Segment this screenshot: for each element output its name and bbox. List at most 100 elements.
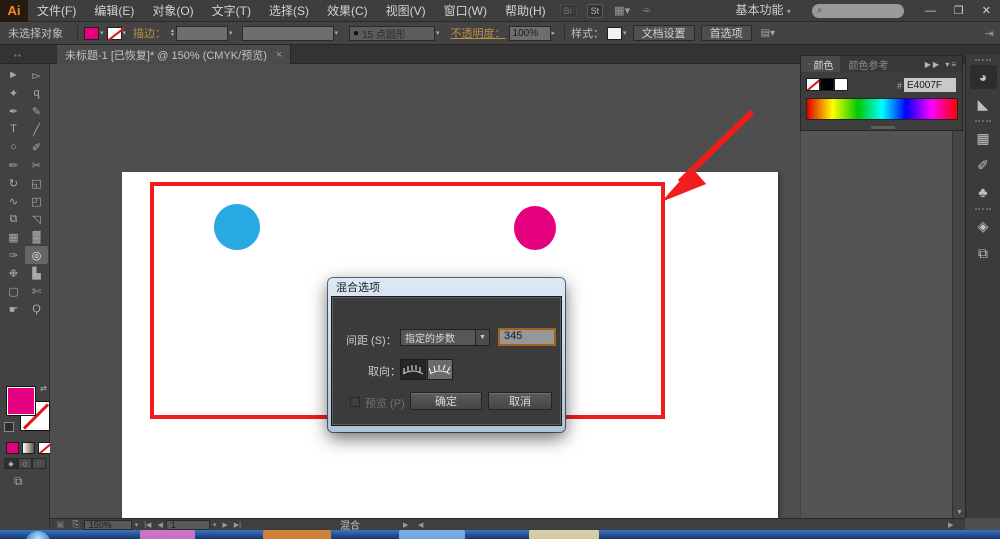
gradient-tool[interactable]: ▓: [25, 228, 48, 246]
chevron-down-icon[interactable]: ▾: [229, 29, 233, 37]
menu-item[interactable]: 对象(O): [143, 0, 202, 22]
menu-item[interactable]: 帮助(H): [496, 0, 555, 22]
artboard-tool[interactable]: ▢: [2, 282, 25, 300]
scroll-left-icon[interactable]: ◀: [418, 521, 423, 529]
type-tool[interactable]: T: [2, 120, 25, 138]
cancel-button[interactable]: 取消: [488, 392, 552, 410]
slice-tool[interactable]: ✄: [25, 282, 48, 300]
lasso-tool[interactable]: ɋ: [25, 84, 48, 102]
taskbar-app-orange[interactable]: [263, 530, 331, 539]
paintbrush-tool[interactable]: ✐: [25, 138, 48, 156]
chevron-down-icon[interactable]: ▾: [335, 29, 339, 37]
menu-item[interactable]: 效果(C): [318, 0, 377, 22]
minimize-button[interactable]: —: [916, 5, 945, 17]
dock-handle[interactable]: [975, 208, 991, 211]
menu-item[interactable]: 编辑(E): [85, 0, 143, 22]
chevron-down-icon[interactable]: ▾: [100, 29, 104, 37]
scroll-right-icon[interactable]: ▶: [948, 521, 953, 529]
last-artboard-icon[interactable]: ▶|: [234, 521, 241, 529]
fill-color-swatch[interactable]: [84, 27, 99, 40]
width-tool[interactable]: ∿: [2, 192, 25, 210]
eyedropper-tool[interactable]: ✑: [2, 246, 25, 264]
start-button[interactable]: [25, 531, 51, 539]
color-spectrum-bar[interactable]: [806, 98, 958, 120]
zoom-tool[interactable]: Ϙ: [25, 300, 48, 318]
ok-button[interactable]: 确定: [410, 392, 482, 410]
scroll-down-icon[interactable]: ▼: [953, 509, 966, 516]
document-tab[interactable]: 未标题-1 [已恢复]* @ 150% (CMYK/预览) ×: [57, 45, 291, 64]
color-panel-icon[interactable]: ◕: [970, 65, 997, 89]
symbol-sprayer-tool[interactable]: ❉: [2, 264, 25, 282]
tab-color-guide[interactable]: 颜色参考: [840, 57, 896, 72]
none-swatch[interactable]: [806, 78, 820, 91]
swatches-panel-icon[interactable]: ▦: [970, 126, 997, 150]
color-mode-button[interactable]: [6, 442, 19, 454]
swap-fill-stroke-icon[interactable]: ⇄: [40, 384, 47, 393]
blue-circle-shape[interactable]: [214, 204, 260, 250]
menu-item[interactable]: 选择(S): [260, 0, 318, 22]
selection-tool[interactable]: ►: [2, 66, 25, 84]
variable-width-profile-select[interactable]: [242, 26, 334, 41]
restore-button[interactable]: ❐: [945, 4, 973, 17]
next-artboard-icon[interactable]: ▶: [222, 521, 227, 529]
artboard-number-input[interactable]: 1: [166, 520, 210, 530]
hex-value-input[interactable]: E4007F: [904, 78, 956, 92]
chevron-right-icon[interactable]: ▸: [552, 29, 556, 37]
chevron-down-icon[interactable]: ▾: [135, 521, 139, 529]
draw-behind-button[interactable]: ◇: [18, 458, 32, 469]
gradient-mode-button[interactable]: [22, 442, 35, 454]
draw-normal-button[interactable]: ◆: [4, 458, 18, 469]
expand-panel-icon[interactable]: ▶▶: [925, 60, 941, 69]
menu-item[interactable]: 文字(T): [203, 0, 260, 22]
tab-color[interactable]: ◦ 颜色: [801, 56, 840, 72]
symbols-panel-icon[interactable]: ♣: [970, 180, 997, 204]
align-icon[interactable]: ▤▾: [761, 28, 775, 39]
spacing-select[interactable]: 指定的步数 ▼: [400, 329, 490, 346]
brushes-panel-icon[interactable]: ✐: [970, 153, 997, 177]
hand-tool[interactable]: ☛: [2, 300, 25, 318]
share-icon[interactable]: ⎘: [73, 519, 80, 530]
mesh-tool[interactable]: ▦: [2, 228, 25, 246]
dock-handle[interactable]: [975, 120, 991, 123]
search-input[interactable]: ⌕: [812, 4, 904, 18]
default-fill-stroke-icon[interactable]: [4, 422, 14, 432]
brush-definition-select[interactable]: ● 15 点圆形: [349, 26, 435, 41]
stroke-weight-stepper[interactable]: ▲▼: [170, 29, 175, 37]
vertical-scrollbar[interactable]: ▲ ▼: [952, 64, 965, 518]
draw-inside-button[interactable]: ◌: [32, 458, 46, 469]
white-swatch[interactable]: [834, 78, 848, 91]
menu-item[interactable]: 视图(V): [377, 0, 435, 22]
direct-selection-tool[interactable]: ▻: [25, 66, 48, 84]
magenta-circle-shape[interactable]: [514, 206, 556, 250]
zoom-level-select[interactable]: 150%: [84, 520, 132, 530]
opacity-link[interactable]: 不透明度：: [451, 25, 506, 41]
layers-panel-icon[interactable]: ◈: [970, 214, 997, 238]
ellipse-tool[interactable]: ○: [2, 138, 25, 156]
taskbar-app-blue[interactable]: [399, 530, 465, 539]
scissors-tool[interactable]: ✂: [25, 156, 48, 174]
fill-swatch[interactable]: [6, 386, 36, 416]
taskbar-app-pale[interactable]: [529, 530, 599, 539]
screen-mode-button[interactable]: ⧉: [14, 474, 23, 489]
menu-item[interactable]: 窗口(W): [435, 0, 496, 22]
menu-item[interactable]: 文件(F): [28, 0, 85, 22]
prev-artboard-icon[interactable]: ◀: [157, 521, 162, 529]
graph-tool[interactable]: ▙: [25, 264, 48, 282]
chevron-down-icon[interactable]: ▾: [123, 29, 127, 37]
collapse-panel-icon[interactable]: ⇥: [985, 27, 994, 40]
blend-tool[interactable]: ◎: [25, 246, 48, 264]
bridge-icon[interactable]: Br: [560, 4, 577, 18]
stroke-weight-input[interactable]: [176, 26, 228, 41]
orientation-path-button[interactable]: [427, 359, 453, 380]
arrange-documents-icon[interactable]: ▦▾: [614, 4, 630, 17]
artboards-panel-icon[interactable]: ⧉: [970, 241, 997, 265]
chevron-down-icon[interactable]: ▾: [213, 521, 217, 529]
taskbar-app-pink[interactable]: [140, 530, 195, 539]
preview-checkbox[interactable]: [350, 397, 360, 407]
free-transform-tool[interactable]: ◰: [25, 192, 48, 210]
opacity-input[interactable]: 100%: [509, 26, 551, 41]
style-swatch[interactable]: [607, 27, 622, 40]
document-setup-button[interactable]: 文档设置: [633, 25, 695, 41]
preferences-button[interactable]: 首选项: [701, 25, 752, 41]
perspective-grid-tool[interactable]: ◹: [25, 210, 48, 228]
